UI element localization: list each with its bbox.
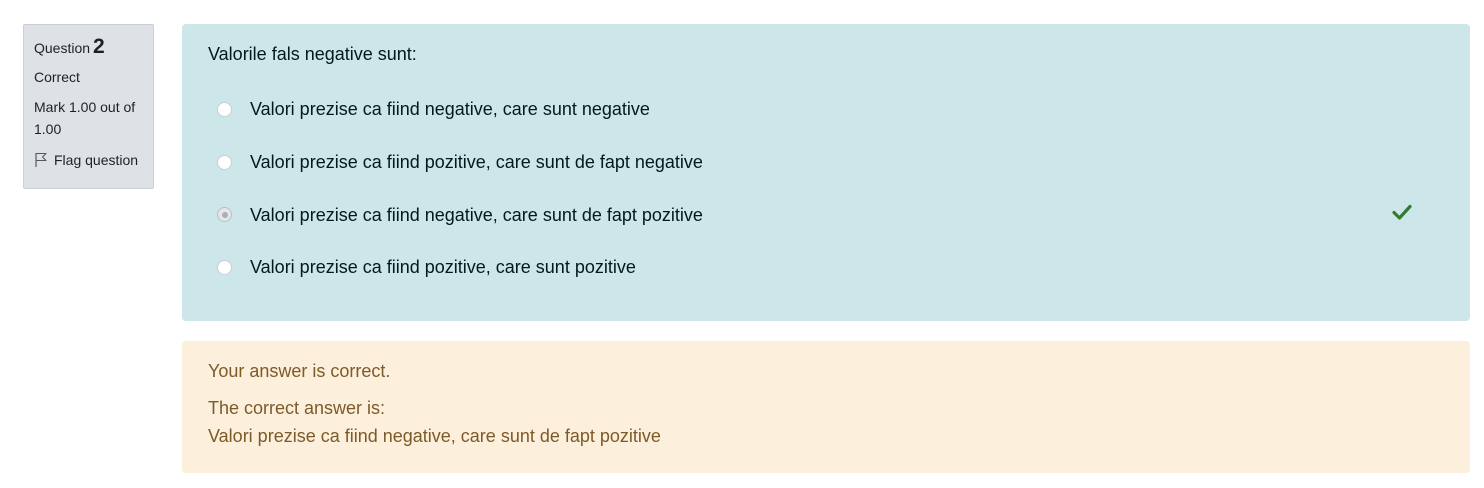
answer-option[interactable]: Valori prezise ca fiind pozitive, care s…	[208, 241, 1444, 294]
question-text: Valorile fals negative sunt:	[208, 44, 417, 64]
answer-option-selected[interactable]: Valori prezise ca fiind negative, care s…	[208, 188, 1444, 241]
question-number-line: Question 2	[34, 35, 143, 62]
radio-button[interactable]	[217, 154, 232, 170]
radio-button[interactable]	[217, 259, 232, 275]
radio-button-selected[interactable]	[217, 207, 232, 223]
feedback-panel: Your answer is correct. The correct answ…	[182, 341, 1470, 473]
checkmark-icon	[1392, 203, 1412, 221]
flag-question-link[interactable]: Flag question	[34, 150, 143, 170]
correct-answer: The correct answer is: Valori prezise ca…	[208, 394, 1444, 450]
answer-label: Valori prezise ca fiind negative, care s…	[250, 204, 703, 225]
quiz-review-page: Question 2 Correct Mark 1.00 out of 1.00 …	[0, 0, 1484, 488]
answer-options: Valori prezise ca fiind negative, care s…	[208, 83, 1444, 294]
question-grade: Mark 1.00 out of 1.00	[34, 99, 136, 137]
flag-icon	[34, 152, 48, 168]
question-number: 2	[93, 35, 105, 58]
answer-label: Valori prezise ca fiind negative, care s…	[250, 99, 650, 120]
correct-answer-text: Valori prezise ca fiind negative, care s…	[208, 426, 661, 446]
flag-question-label: Flag question	[54, 152, 139, 168]
answer-label: Valori prezise ca fiind pozitive, care s…	[250, 152, 703, 173]
question-content: Valorile fals negative sunt: Valori prez…	[182, 24, 1470, 321]
specific-feedback: Your answer is correct.	[208, 361, 391, 381]
correct-answer-intro: The correct answer is:	[208, 398, 386, 418]
answer-label: Valori prezise ca fiind pozitive, care s…	[250, 257, 636, 278]
question-info-panel: Question 2 Correct Mark 1.00 out of 1.00 …	[23, 24, 154, 189]
question-prefix: Question	[34, 40, 91, 56]
answer-option[interactable]: Valori prezise ca fiind negative, care s…	[208, 83, 1444, 136]
answer-option[interactable]: Valori prezise ca fiind pozitive, care s…	[208, 136, 1444, 189]
question-state: Correct	[34, 69, 80, 85]
radio-button[interactable]	[217, 101, 232, 117]
